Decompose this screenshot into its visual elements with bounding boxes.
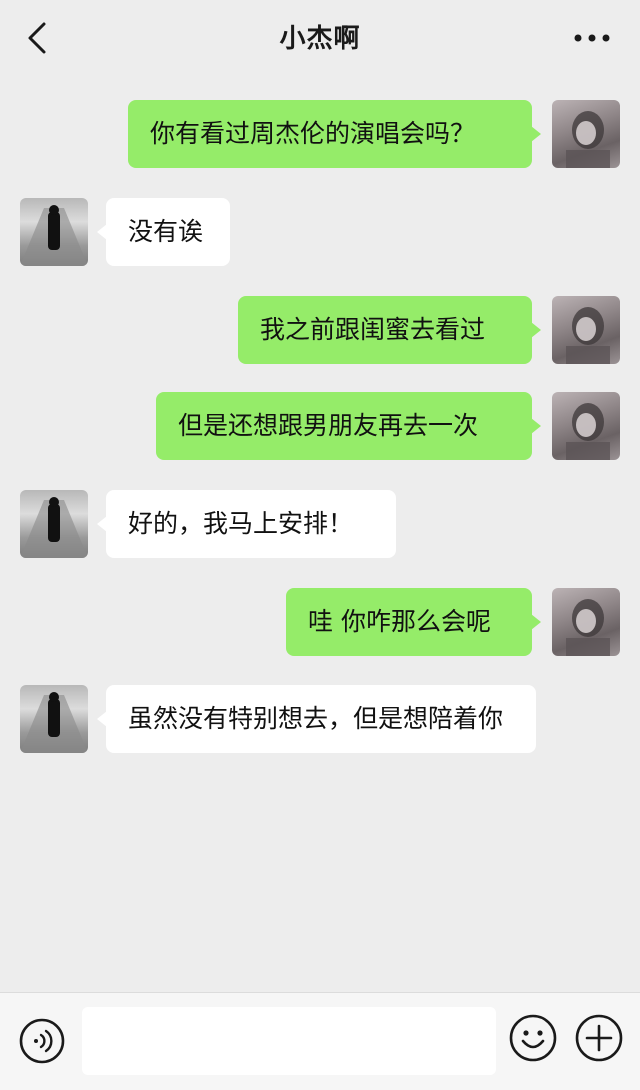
avatar-image	[566, 403, 610, 460]
my-avatar[interactable]	[552, 100, 620, 168]
avatar-image	[20, 692, 88, 753]
message-text: 你有看过周杰伦的演唱会吗？	[150, 119, 476, 148]
message-text: 但是还想跟男朋友再去一次	[178, 411, 479, 440]
friend-avatar[interactable]	[20, 490, 88, 558]
my-avatar[interactable]	[552, 392, 620, 460]
avatar-image	[20, 497, 88, 558]
voice-button[interactable]	[18, 1017, 66, 1065]
message-text: 虽然没有特别想去，但是想陪着你	[128, 704, 504, 733]
message-text: 我之前跟闺蜜去看过	[260, 315, 486, 344]
plus-icon	[575, 1014, 623, 1062]
message-text: 没有诶	[128, 217, 204, 246]
avatar-image	[566, 599, 610, 656]
chat-header: 小杰啊	[0, 0, 640, 76]
more-button[interactable]	[572, 26, 612, 50]
message-input[interactable]	[82, 1007, 496, 1075]
voice-icon	[19, 1018, 65, 1064]
emoji-button[interactable]	[508, 1013, 558, 1063]
received-message-bubble[interactable]: 好的，我马上安排！	[97, 490, 396, 558]
emoji-icon	[509, 1014, 557, 1062]
plus-button[interactable]	[574, 1013, 624, 1063]
sent-message-bubble[interactable]: 我之前跟闺蜜去看过	[238, 296, 541, 364]
my-avatar[interactable]	[552, 296, 620, 364]
friend-avatar[interactable]	[20, 685, 88, 753]
message-text: 哇 你咋那么会呢	[308, 607, 491, 636]
message-row: 哇 你咋那么会呢	[0, 588, 640, 658]
message-row: 虽然没有特别想去，但是想陪着你	[0, 685, 640, 789]
message-row: 我之前跟闺蜜去看过	[0, 296, 640, 366]
message-row: 好的，我马上安排！	[0, 490, 640, 560]
sent-message-bubble[interactable]: 哇 你咋那么会呢	[286, 588, 541, 656]
avatar-image	[20, 205, 88, 266]
friend-avatar[interactable]	[20, 198, 88, 266]
avatar-image	[566, 111, 610, 168]
my-avatar[interactable]	[552, 588, 620, 656]
received-message-bubble[interactable]: 虽然没有特别想去，但是想陪着你	[97, 685, 536, 753]
message-row: 你有看过周杰伦的演唱会吗？	[0, 100, 640, 170]
input-bar	[0, 992, 640, 1090]
received-message-bubble[interactable]: 没有诶	[97, 198, 230, 266]
sent-message-bubble[interactable]: 你有看过周杰伦的演唱会吗？	[128, 100, 541, 168]
avatar-image	[566, 307, 610, 364]
more-horizontal-icon	[574, 34, 610, 42]
message-row: 但是还想跟男朋友再去一次	[0, 392, 640, 462]
message-row: 没有诶	[0, 198, 640, 268]
message-text: 好的，我马上安排！	[128, 509, 354, 538]
chat-title: 小杰啊	[279, 24, 361, 54]
sent-message-bubble[interactable]: 但是还想跟男朋友再去一次	[156, 392, 541, 460]
